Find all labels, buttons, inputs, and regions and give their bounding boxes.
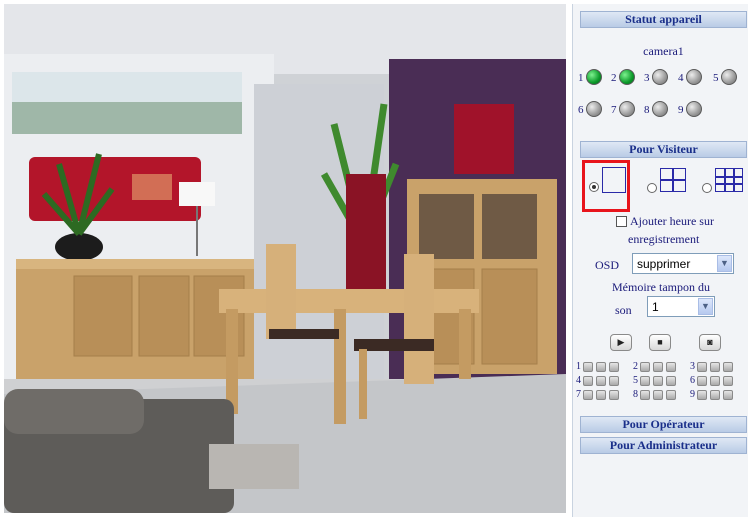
nine-view-icon[interactable] [715, 168, 743, 192]
record-icon[interactable] [666, 376, 676, 386]
stop-button[interactable]: ■ [649, 334, 671, 351]
chevron-down-icon[interactable]: ▼ [698, 298, 713, 315]
audio-icon[interactable] [583, 376, 593, 386]
talk-icon[interactable] [596, 376, 606, 386]
camera-controls-row: 1 2 3 [576, 361, 748, 373]
camera-number: 1 [578, 72, 584, 84]
audio-buffer-label: Mémoire tampon du [612, 280, 710, 294]
camera-number: 4 [576, 375, 581, 386]
record-icon[interactable] [609, 362, 619, 372]
camera-number: 5 [633, 375, 638, 386]
camera-number: 6 [578, 104, 584, 116]
audio-icon[interactable] [640, 362, 650, 372]
add-time-label: Ajouter heure sur [630, 214, 714, 228]
record-icon[interactable] [723, 390, 733, 400]
camera-offline-icon [586, 101, 602, 117]
talk-icon[interactable] [710, 390, 720, 400]
camera-offline-icon [652, 101, 668, 117]
record-icon[interactable] [609, 376, 619, 386]
audio-icon[interactable] [583, 362, 593, 372]
osd-label: OSD [595, 258, 620, 272]
osd-value: supprimer [637, 257, 691, 271]
stop-icon: ■ [657, 337, 663, 347]
camera-number: 2 [633, 361, 638, 372]
visitor-section-header[interactable]: Pour Visiteur [580, 141, 747, 158]
camera-number: 3 [690, 361, 695, 372]
talk-icon[interactable] [653, 362, 663, 372]
admin-section-header[interactable]: Pour Administrateur [580, 437, 747, 454]
chevron-down-icon[interactable]: ▼ [717, 255, 732, 272]
camera-controls-row: 4 5 6 [576, 375, 748, 387]
camera-online-icon [586, 69, 602, 85]
camera-offline-icon [686, 69, 702, 85]
record-icon[interactable] [666, 390, 676, 400]
camera-number: 1 [576, 361, 581, 372]
talk-icon[interactable] [596, 390, 606, 400]
camera-number: 8 [644, 104, 650, 116]
audio-icon[interactable] [697, 390, 707, 400]
camera-number: 9 [678, 104, 684, 116]
audio-buffer-select[interactable]: 1 ▼ [647, 296, 715, 317]
camera-number: 6 [690, 375, 695, 386]
camera-offline-icon [652, 69, 668, 85]
control-panel: Statut appareil camera1 1 2 3 4 5 6 7 8 … [572, 4, 748, 517]
camera-controls-row: 7 8 9 [576, 389, 748, 401]
record-icon[interactable] [723, 362, 733, 372]
audio-buffer-label-cont: son [615, 303, 632, 317]
audio-icon[interactable] [640, 376, 650, 386]
record-icon[interactable] [723, 376, 733, 386]
buffer-value: 1 [652, 300, 659, 314]
camera-offline-icon [721, 69, 737, 85]
audio-icon[interactable] [640, 390, 650, 400]
talk-icon[interactable] [596, 362, 606, 372]
record-icon[interactable] [609, 390, 619, 400]
camera-number: 7 [611, 104, 617, 116]
talk-icon[interactable] [710, 362, 720, 372]
camera-number: 9 [690, 389, 695, 400]
play-icon: ▶ [617, 337, 625, 347]
camera-name-label: camera1 [643, 44, 684, 58]
camera-online-icon [619, 69, 635, 85]
single-view-icon[interactable] [602, 167, 626, 193]
camera-number: 4 [678, 72, 684, 84]
camera-number: 8 [633, 389, 638, 400]
camera-icon: ◙ [707, 337, 713, 347]
audio-icon[interactable] [697, 362, 707, 372]
snapshot-button[interactable]: ◙ [699, 334, 721, 351]
layout-2x2-radio[interactable] [647, 183, 657, 193]
device-status-header[interactable]: Statut appareil [580, 11, 747, 28]
camera-offline-icon [686, 101, 702, 117]
play-button[interactable]: ▶ [610, 334, 632, 351]
layout-1x1-radio[interactable] [589, 182, 599, 192]
add-time-label-cont: enregistrement [628, 232, 700, 246]
talk-icon[interactable] [653, 376, 663, 386]
camera-number: 5 [713, 72, 719, 84]
camera-number: 3 [644, 72, 650, 84]
quad-view-icon[interactable] [660, 168, 686, 192]
audio-icon[interactable] [583, 390, 593, 400]
record-icon[interactable] [666, 362, 676, 372]
camera-offline-icon [619, 101, 635, 117]
camera-video-feed [4, 4, 566, 513]
layout-3x3-radio[interactable] [702, 183, 712, 193]
camera-number: 7 [576, 389, 581, 400]
operator-section-header[interactable]: Pour Opérateur [580, 416, 747, 433]
audio-icon[interactable] [697, 376, 707, 386]
osd-select[interactable]: supprimer ▼ [632, 253, 734, 274]
talk-icon[interactable] [653, 390, 663, 400]
add-time-checkbox[interactable] [616, 216, 627, 227]
talk-icon[interactable] [710, 376, 720, 386]
camera-number: 2 [611, 72, 617, 84]
